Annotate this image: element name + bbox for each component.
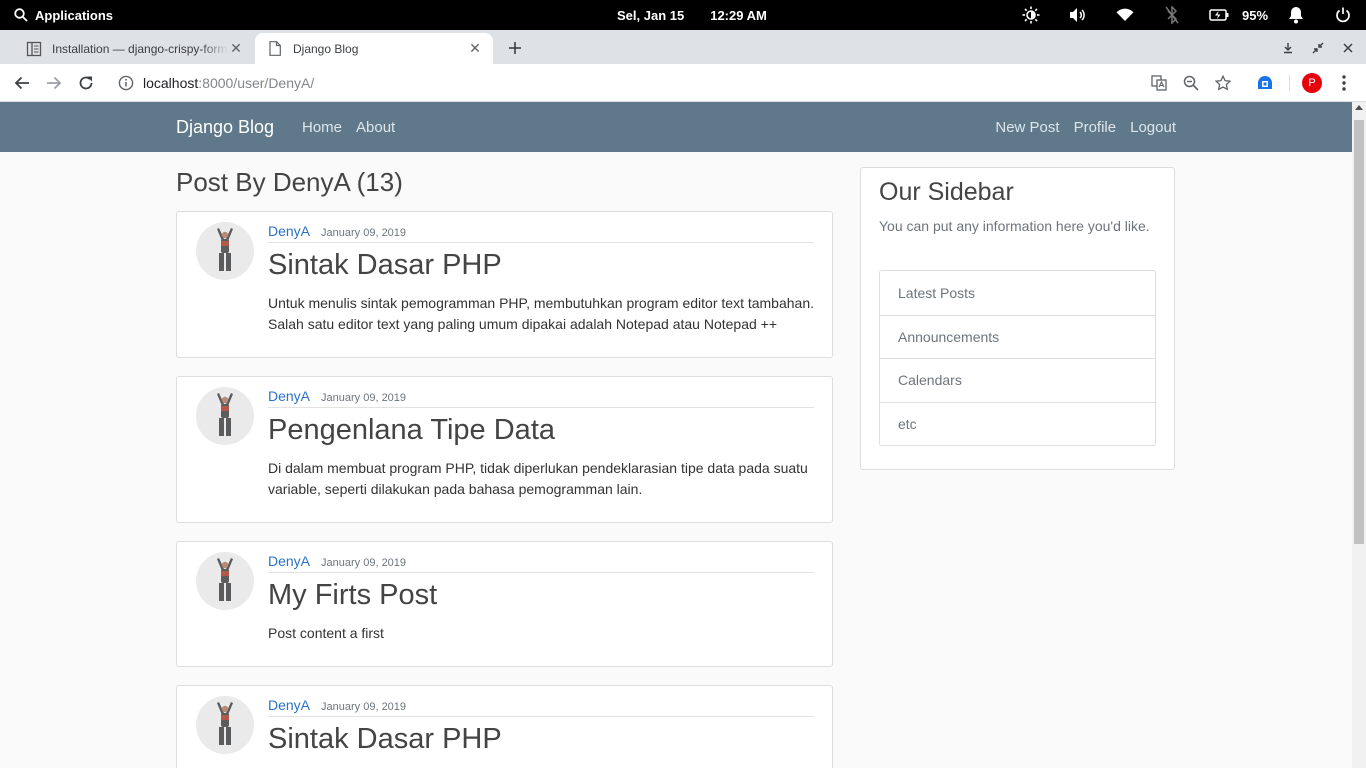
sidebar-list: Latest Posts Announcements Calendars etc [879,270,1156,446]
close-tab-icon[interactable]: ✕ [228,40,244,57]
browser-toolbar: localhost:8000/user/DenyA/ P [0,64,1366,102]
url-text: localhost:8000/user/DenyA/ [143,75,315,91]
post-body: DenyA January 09, 2019 Pengenlana Tipe D… [268,377,814,522]
post-date: January 09, 2019 [321,392,407,404]
applications-label: Applications [35,7,114,23]
tab-strip: Installation — django-crispy-forms ✕ Dja… [0,30,1366,64]
restore-icon[interactable] [1308,38,1328,58]
sidebar-item-etc[interactable]: etc [880,401,1155,446]
post-content: Untuk menulis sintak pemogramman PHP, me… [268,295,815,332]
site-navbar: Django Blog Home About New Post Profile … [0,102,1352,152]
post-date: January 09, 2019 [321,227,407,239]
post-body: DenyA January 09, 2019 Sintak Dasar PHP … [268,212,814,357]
page-icon [267,41,283,57]
volume-icon[interactable] [1054,0,1101,30]
minimize-icon[interactable] [1278,38,1298,58]
post-author-link[interactable]: DenyA [268,697,310,713]
power-icon[interactable] [1319,0,1366,30]
scroll-up-icon[interactable] [1355,105,1363,110]
tab-installation[interactable]: Installation — django-crispy-forms ✕ [14,33,254,64]
post-date: January 09, 2019 [321,701,407,713]
post-author-link[interactable]: DenyA [268,553,310,569]
nav-right: New Post Profile Logout [995,119,1176,136]
tab-title: Django Blog [293,41,359,56]
reload-icon[interactable] [74,71,98,95]
post-content: Di dalam membuat program PHP, tidak dipe… [268,460,808,497]
nav-logout-link[interactable]: Logout [1130,119,1176,136]
bluetooth-off-icon[interactable] [1148,0,1195,30]
post-body: DenyA January 09, 2019 Sintak Dasar PHP [268,686,814,768]
post-author-link[interactable]: DenyA [268,388,310,404]
post-meta: DenyA January 09, 2019 [268,553,814,573]
scrollbar-thumb[interactable] [1354,120,1364,544]
doc-icon [26,41,42,57]
extension-icon[interactable] [1253,71,1277,95]
web-page: Django Blog Home About New Post Profile … [0,102,1352,768]
sidebar-item-calendars[interactable]: Calendars [880,358,1155,402]
tab-django-blog[interactable]: Django Blog ✕ [255,33,493,64]
toolbar-divider [1289,75,1290,91]
post-list: Post By DenyA (13) DenyA January 09, 201… [176,152,833,768]
post-content: Post content a first [268,625,384,641]
page-scrollbar[interactable] [1352,102,1366,768]
search-icon [14,8,28,22]
clock[interactable]: Sel, Jan 15 12:29 AM [617,0,767,30]
menu-icon[interactable] [1332,71,1356,95]
new-tab-icon[interactable] [505,38,525,58]
bookmark-star-icon[interactable] [1211,71,1235,95]
post-title-link[interactable]: My Firts Post [268,577,814,613]
site-brand[interactable]: Django Blog [176,117,274,138]
tab-title: Installation — django-crispy-forms [52,41,228,56]
post-meta: DenyA January 09, 2019 [268,388,814,408]
post-title-link[interactable]: Sintak Dasar PHP [268,247,814,283]
author-avatar[interactable] [196,222,254,280]
post-meta: DenyA January 09, 2019 [268,223,814,243]
profile-avatar[interactable]: P [1302,73,1322,93]
nav-left: Home About [302,119,395,136]
battery-percent: 95% [1242,7,1269,23]
sidebar-title: Our Sidebar [879,178,1014,206]
battery-icon[interactable] [1195,0,1242,30]
sidebar-item-announcements[interactable]: Announcements [880,314,1155,359]
nav-home-link[interactable]: Home [302,119,342,136]
applications-menu[interactable]: Applications [14,0,113,30]
time-label: 12:29 AM [710,7,767,23]
sidebar-text: You can put any information here you'd l… [879,218,1150,234]
nav-profile-link[interactable]: Profile [1074,119,1117,136]
post-meta: DenyA January 09, 2019 [268,697,814,717]
post-card: DenyA January 09, 2019 Sintak Dasar PHP … [176,211,833,358]
sidebar-item-latest-posts[interactable]: Latest Posts [880,271,1155,315]
post-title-link[interactable]: Pengenlana Tipe Data [268,412,814,448]
system-top-bar: Applications Sel, Jan 15 12:29 AM 95% [0,0,1366,30]
post-title-link[interactable]: Sintak Dasar PHP [268,721,814,757]
post-card: DenyA January 09, 2019 My Firts Post Pos… [176,541,833,667]
forward-icon[interactable] [42,71,66,95]
post-author-link[interactable]: DenyA [268,223,310,239]
page-title: Post By DenyA (13) [176,167,403,197]
author-avatar[interactable] [196,552,254,610]
system-tray: 95% [1007,0,1366,30]
nav-new-post-link[interactable]: New Post [995,119,1059,136]
post-card: DenyA January 09, 2019 Pengenlana Tipe D… [176,376,833,523]
zoom-icon[interactable] [1179,71,1203,95]
nav-about-link[interactable]: About [356,119,395,136]
sidebar: Our Sidebar You can put any information … [860,167,1175,470]
brightness-icon[interactable] [1007,0,1054,30]
info-icon[interactable] [118,75,134,91]
post-card: DenyA January 09, 2019 Sintak Dasar PHP [176,685,833,768]
back-icon[interactable] [10,71,34,95]
author-avatar[interactable] [196,696,254,754]
translate-icon[interactable] [1147,71,1171,95]
author-avatar[interactable] [196,387,254,445]
notification-icon[interactable] [1272,0,1319,30]
address-bar[interactable]: localhost:8000/user/DenyA/ [108,68,1240,98]
close-tab-icon[interactable]: ✕ [467,40,483,57]
date-label: Sel, Jan 15 [617,7,685,23]
post-body: DenyA January 09, 2019 My Firts Post Pos… [268,542,814,666]
wifi-icon[interactable] [1101,0,1148,30]
close-window-icon[interactable] [1338,38,1358,58]
post-date: January 09, 2019 [321,557,407,569]
